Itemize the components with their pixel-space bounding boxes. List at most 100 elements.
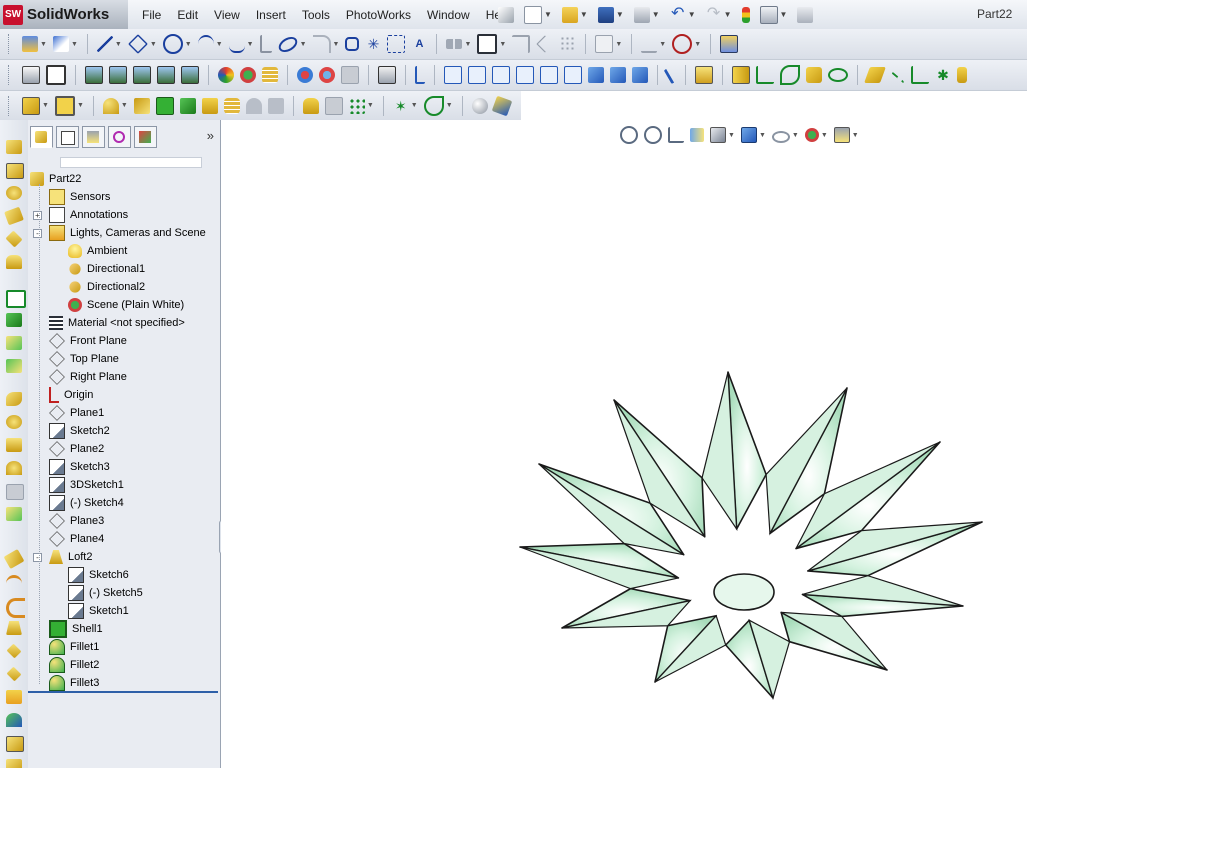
chevron-down-icon[interactable]: ▼ [464,41,471,48]
bottom-view-icon[interactable] [564,66,582,84]
construction-geometry-icon[interactable] [387,35,406,53]
right-view-icon[interactable] [516,66,534,84]
tree-node[interactable]: Directional2 [68,278,145,296]
display-relations-icon[interactable] [641,35,658,53]
chevron-down-icon[interactable]: ▼ [580,10,588,19]
save-icon[interactable] [597,6,614,23]
isometric-view-icon[interactable] [588,67,604,83]
screen-capture-icon[interactable] [797,6,814,23]
app-logo[interactable]: SW SolidWorks [0,0,128,29]
toolbar-grip[interactable] [8,65,12,85]
tree-node[interactable]: Front Plane [49,332,127,350]
chevron-down-icon[interactable]: ▼ [121,102,128,109]
arc-feature-icon[interactable] [6,575,22,592]
tree-node[interactable]: Origin [49,386,93,404]
helix-green-icon[interactable] [828,68,848,82]
propertymanager-tab[interactable] [56,126,79,148]
curve-green-icon[interactable] [780,65,800,85]
tree-node[interactable]: Sketch3 [49,458,110,476]
cut-loft-icon[interactable] [6,359,22,373]
boss-extrude-icon[interactable] [732,66,750,84]
chevron-down-icon[interactable]: ▼ [40,41,47,48]
configurationmanager-tab[interactable] [82,126,105,148]
curves-green-icon[interactable] [423,95,444,116]
hole-icon[interactable] [223,97,240,114]
dome-feature-icon[interactable] [6,415,22,429]
spline-icon[interactable] [228,35,245,53]
edit-sketch-icon[interactable] [22,66,40,84]
clipboard-icon[interactable] [341,66,359,84]
extrude-icon[interactable] [6,140,22,154]
tree-node[interactable]: Plane2 [49,440,104,458]
move-entities-icon[interactable] [595,35,614,53]
mirror-feature-icon[interactable] [6,507,22,521]
tree-node[interactable]: Directional1 [68,260,145,278]
toolbar-grip[interactable] [8,34,12,54]
rectangle-icon[interactable] [127,34,148,54]
draft-feature-icon[interactable] [6,461,22,475]
menu-tools[interactable]: Tools [294,8,338,22]
expand-icon[interactable]: + [33,211,42,220]
fillet-sketch-icon[interactable] [312,35,331,53]
chevron-down-icon[interactable]: ▼ [71,41,78,48]
fillet-icon[interactable] [6,392,22,406]
chevron-down-icon[interactable]: ▼ [544,10,552,19]
chevron-down-icon[interactable]: ▼ [780,10,788,19]
chevron-down-icon[interactable]: ▼ [247,41,254,48]
sketch-icon[interactable] [22,36,38,52]
image-icon[interactable] [85,66,103,84]
pin-icon[interactable] [498,6,514,23]
measure-icon[interactable] [663,65,680,85]
funnel-icon[interactable] [6,621,22,635]
decal-icon[interactable] [297,67,313,83]
hole-wizard-icon[interactable] [6,438,22,452]
chamfer-icon[interactable] [133,97,150,114]
coordinate-system-icon[interactable] [911,66,929,84]
polygon-icon[interactable] [345,37,360,51]
tree-node[interactable]: Sketch2 [49,422,110,440]
tree-node[interactable]: Plane1 [49,404,104,422]
surface-icon[interactable] [6,736,24,752]
tree-node[interactable]: Shell1 [49,620,103,638]
tree-node[interactable]: Fillet2 [49,656,99,674]
apply-scene-icon[interactable] [833,127,850,143]
curves-icon[interactable] [302,97,319,114]
tree-node[interactable]: 3DSketch1 [49,476,124,494]
chevron-down-icon[interactable]: ▼ [652,10,660,19]
tree-node[interactable]: Right Plane [49,368,127,386]
tree-node[interactable]: Plane3 [49,512,104,530]
linear-pattern-icon[interactable] [560,36,577,52]
tree-node[interactable]: Ambient [68,242,127,260]
text-icon[interactable]: A [411,36,427,52]
tree-node[interactable]: Part22 [30,170,81,188]
surface-yellow-icon[interactable] [806,67,822,83]
reference-icon[interactable] [3,548,25,570]
chevron-down-icon[interactable]: ▼ [411,102,418,109]
tree-node[interactable]: Top Plane [49,350,119,368]
loft-icon[interactable] [4,206,24,226]
top-view-icon[interactable] [540,66,558,84]
chevron-down-icon[interactable]: ▼ [852,132,859,139]
smart-dimension-icon[interactable] [52,36,69,52]
chevron-down-icon[interactable]: ▼ [333,41,340,48]
chevron-down-icon[interactable]: ▼ [216,41,223,48]
reference-plane-icon[interactable] [864,67,886,83]
zoom-to-area-icon[interactable] [644,126,662,144]
freeform-icon[interactable] [6,713,22,727]
diamond-icon[interactable] [6,643,22,659]
instant-check-icon[interactable] [471,97,488,114]
chevron-down-icon[interactable]: ▼ [724,10,732,19]
zoom-to-fit-icon[interactable] [620,126,638,144]
chevron-down-icon[interactable]: ▼ [728,132,735,139]
chevron-down-icon[interactable]: ▼ [792,132,799,139]
rapid-sketch-icon[interactable] [491,95,512,116]
reference-geometry-icon[interactable]: ✶ [393,98,409,114]
point-star-icon[interactable]: ✳ [365,36,381,52]
chevron-down-icon[interactable]: ▼ [759,132,766,139]
extruded-cut-icon[interactable] [54,95,75,116]
axis-icon[interactable] [889,71,905,85]
chevron-down-icon[interactable]: ▼ [694,41,701,48]
mirror-icon[interactable] [446,39,463,49]
open-icon[interactable] [561,6,578,23]
linear-pattern-feature-icon[interactable] [348,97,365,114]
